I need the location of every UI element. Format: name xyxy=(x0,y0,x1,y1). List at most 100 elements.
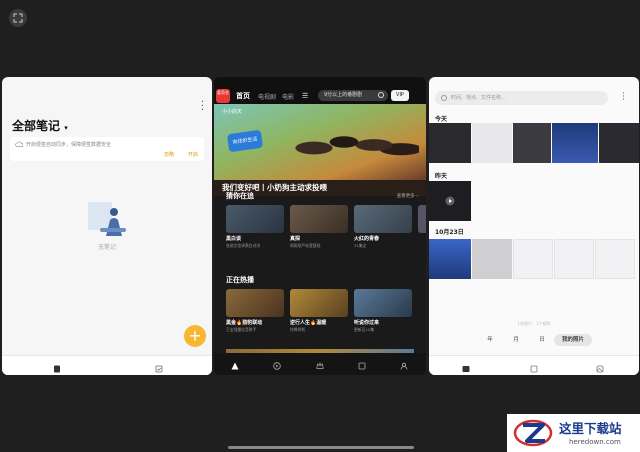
video-thumbnail xyxy=(226,205,284,233)
photo-count: 1张照片，1个视频 xyxy=(517,321,551,326)
video-thumbnail xyxy=(290,289,348,317)
search-input[interactable]: 9分以上的番剧剧 xyxy=(318,90,388,101)
photo-thumbnail[interactable] xyxy=(595,239,635,279)
vip-button[interactable]: VIP xyxy=(391,90,409,101)
video-card[interactable]: 逆行人生🔥温暖 徐峥领衔 xyxy=(290,289,348,333)
clip-icon xyxy=(358,362,366,370)
video-bottom-nav: 首页 随刻 会员 随心 我的 xyxy=(214,353,426,375)
video-subtitle: 更新至12集 xyxy=(354,327,375,332)
nav-item-todo[interactable]: 待办 xyxy=(144,358,174,375)
segment-year[interactable]: 年 xyxy=(480,334,500,346)
tab-tv-series[interactable]: 电视剧 xyxy=(258,92,276,101)
hero-banner[interactable]: 小小的天 向往的生活 xyxy=(214,104,426,180)
date-group-label: 今天 xyxy=(435,116,448,123)
cloud-icon xyxy=(15,141,23,147)
video-thumbnail xyxy=(354,289,412,317)
nav-item-vip[interactable]: 会员 xyxy=(305,355,335,375)
add-note-button[interactable]: + xyxy=(184,325,206,347)
segment-month[interactable]: 月 xyxy=(506,334,526,346)
photo-thumbnail[interactable] xyxy=(429,123,471,163)
photos-icon xyxy=(462,366,470,372)
video-subtitle: 周雨彤严屹宽搭档 xyxy=(290,243,321,248)
video-title: 黑金🔥猎豹联动 xyxy=(226,320,263,326)
video-card[interactable]: 火红的青春 31集全 xyxy=(354,205,412,249)
notes-title-text: 全部笔记 xyxy=(12,119,61,133)
profile-icon xyxy=(400,362,408,370)
empty-label: 无笔记 xyxy=(97,244,116,251)
video-title: 听说你过来 xyxy=(354,320,380,326)
video-thumbnail-partial xyxy=(418,205,426,233)
more-menu-icon[interactable]: · · · xyxy=(201,98,204,116)
video-thumbnail xyxy=(226,289,284,317)
video-thumbnail xyxy=(290,205,348,233)
page-title[interactable]: 全部笔记 ▾ xyxy=(12,117,68,134)
discover-icon xyxy=(530,365,538,373)
section-title-trending: 正在热播 xyxy=(226,276,254,284)
view-segmented-control: 年 月 日 我的照片 xyxy=(474,334,594,346)
fullscreen-icon xyxy=(13,13,23,23)
nav-item-albums[interactable]: 相册 xyxy=(585,358,615,375)
video-app-window[interactable]: 爱奇艺 首页 电视剧 电影 ☰ 9分以上的番剧剧 VIP 小小的天 向往的生活 … xyxy=(214,77,426,375)
video-card[interactable]: 真探 周雨彤严屹宽搭档 xyxy=(290,205,348,249)
photo-thumbnail[interactable] xyxy=(429,239,471,279)
watermark-cn: 这里下载站 xyxy=(559,421,622,436)
show-badge: 向往的生活 xyxy=(226,129,264,153)
ignore-button[interactable]: 忽略 xyxy=(164,151,174,158)
photo-thumbnail[interactable] xyxy=(513,239,553,279)
photo-thumbnail[interactable] xyxy=(552,123,598,163)
video-card[interactable]: 黑白谈 张颂文张译黑白对决 xyxy=(226,205,284,249)
search-icon xyxy=(441,95,447,101)
crown-icon xyxy=(316,361,324,369)
video-thumbnail[interactable] xyxy=(429,181,471,221)
photo-thumbnail[interactable] xyxy=(472,123,512,163)
watermark-logo xyxy=(513,419,553,447)
segment-day[interactable]: 日 xyxy=(532,334,552,346)
enable-button[interactable]: 开启 xyxy=(188,151,198,158)
search-placeholder: 9分以上的番剧剧 xyxy=(324,92,363,98)
plus-icon: + xyxy=(188,326,202,345)
nav-item-me[interactable]: 我的 xyxy=(389,355,419,375)
gallery-app-window[interactable]: 时间、地点、文件名称... · · · 今天 昨天 10月23日 1张照片，1个视频… xyxy=(429,77,639,375)
chevron-down-icon: ▾ xyxy=(64,124,68,132)
tab-movies[interactable]: 电影 xyxy=(282,92,294,101)
video-title: 逆行人生🔥温暖 xyxy=(290,320,327,326)
nav-item-suixin[interactable]: 随心 xyxy=(347,355,377,375)
app-logo[interactable]: 爱奇艺 xyxy=(216,89,230,103)
see-more-link[interactable]: 查看更多 › xyxy=(397,193,418,199)
video-title: 火红的青春 xyxy=(354,236,380,242)
date-group-label: 10月23日 xyxy=(435,229,464,236)
video-card[interactable]: 黑金🔥猎豹联动 王宝强雷佳音联手 xyxy=(226,289,284,333)
album-icon xyxy=(596,365,604,373)
search-input[interactable]: 时间、地点、文件名称... xyxy=(435,91,608,105)
category-grid-icon[interactable]: ☰ xyxy=(302,92,308,100)
photo-thumbnail[interactable] xyxy=(513,123,551,163)
video-top-bar: 爱奇艺 首页 电视剧 电影 ☰ 9分以上的番剧剧 VIP xyxy=(214,77,426,104)
nav-item-photos[interactable]: 照片 xyxy=(451,358,481,375)
play-circle-icon xyxy=(273,362,281,370)
gallery-bottom-nav: 照片 发现 相册 xyxy=(429,355,639,375)
site-watermark: 这里下载站 heredown.com xyxy=(507,414,640,452)
nav-item-notes[interactable]: 笔记 xyxy=(42,358,72,375)
notes-app-window[interactable]: · · · 全部笔记 ▾ 开启便签自动同步，保障便签数据安全 忽略 开启 无笔记 +… xyxy=(2,77,212,375)
photo-thumbnail[interactable] xyxy=(472,239,512,279)
expand-button[interactable] xyxy=(9,9,27,27)
home-indicator[interactable] xyxy=(228,446,414,449)
section-title-continue: 猜你在追 xyxy=(226,192,254,200)
video-subtitle: 徐峥领衔 xyxy=(290,327,306,332)
nav-item-discover[interactable]: 发现 xyxy=(519,358,549,375)
nav-item-home[interactable]: 首页 xyxy=(220,355,250,375)
date-group-label: 昨天 xyxy=(435,173,448,180)
photo-thumbnail[interactable] xyxy=(599,123,639,163)
nav-item-moments[interactable]: 随刻 xyxy=(262,355,292,375)
segment-my-photos[interactable]: 我的照片 xyxy=(554,334,592,346)
video-card[interactable]: 听说你过来 更新至12集 xyxy=(354,289,412,333)
notes-bottom-nav: 笔记 待办 xyxy=(2,355,212,375)
video-subtitle: 31集全 xyxy=(354,243,367,248)
empty-notes-illustration xyxy=(88,202,126,236)
notes-icon xyxy=(54,365,60,373)
tab-home[interactable]: 首页 xyxy=(236,91,250,101)
sync-banner: 开启便签自动同步，保障便签数据安全 忽略 开启 xyxy=(10,137,204,161)
photo-thumbnail[interactable] xyxy=(554,239,594,279)
logo-text: 爱奇艺 xyxy=(217,90,229,95)
more-menu-icon[interactable]: · · · xyxy=(622,90,625,105)
